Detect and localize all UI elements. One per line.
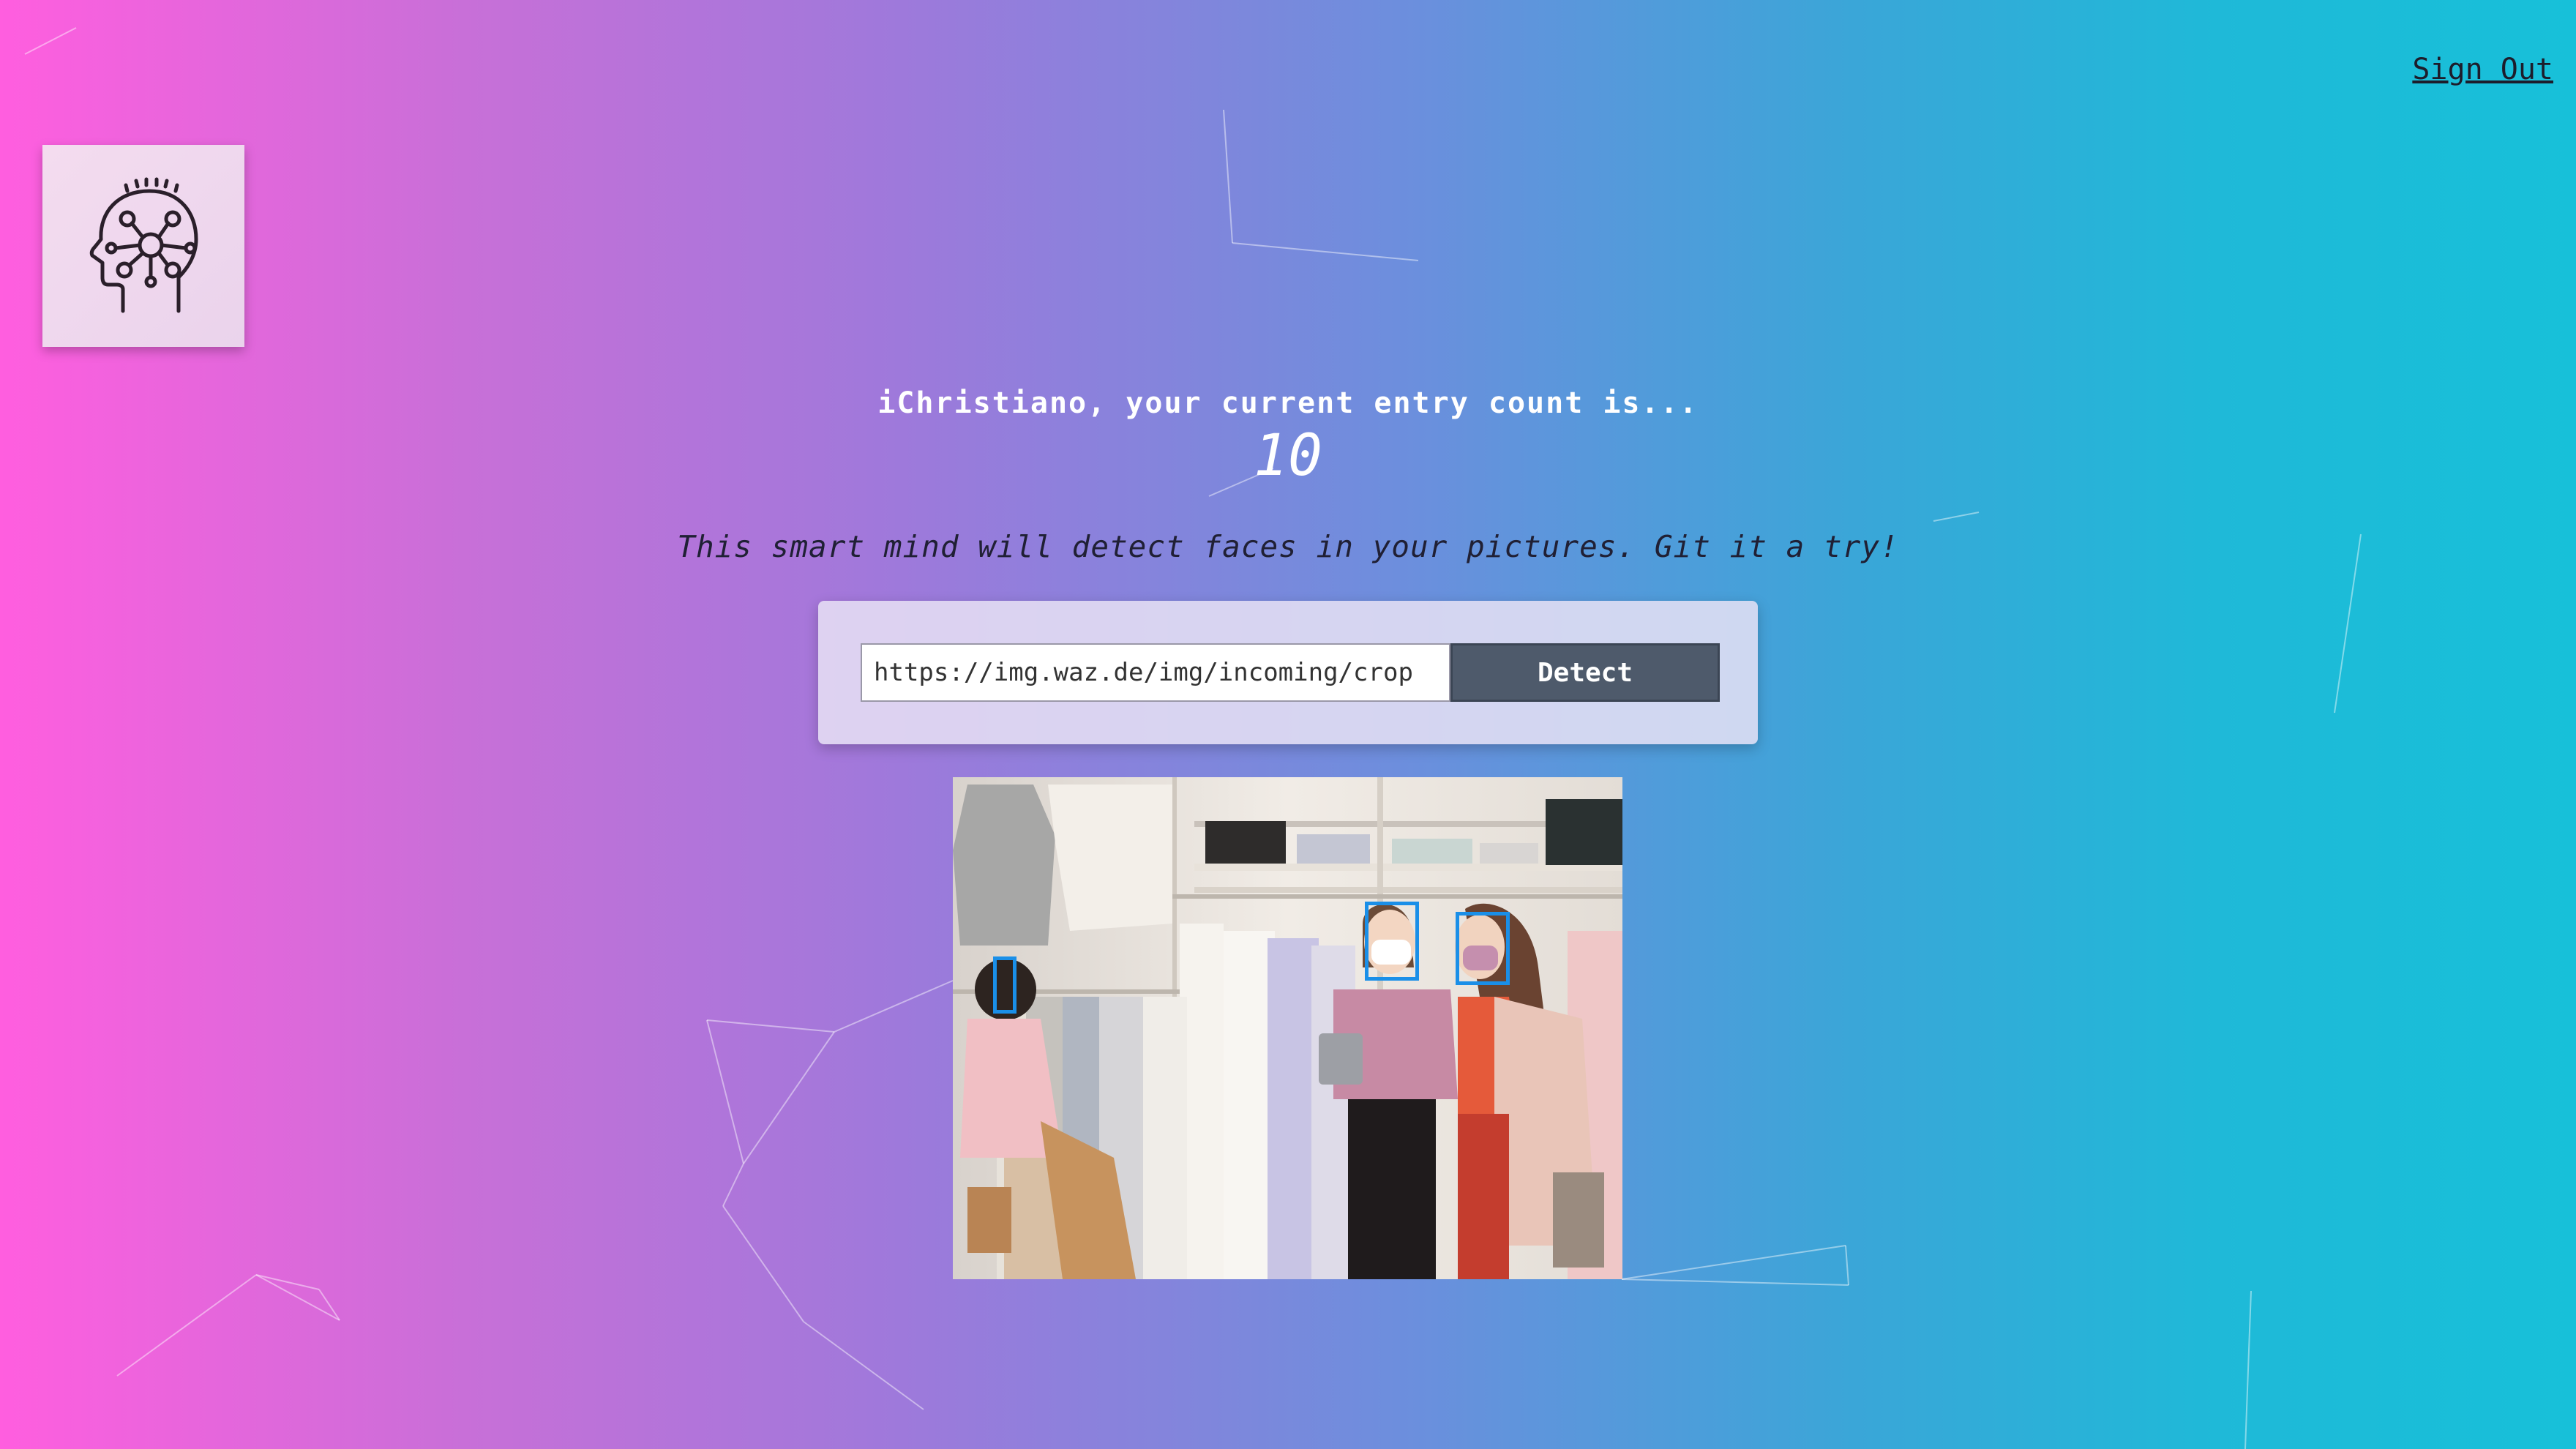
face-box-1 bbox=[993, 956, 1016, 1014]
face-box-3 bbox=[1456, 912, 1510, 985]
sign-out-link[interactable]: Sign Out bbox=[2412, 53, 2553, 86]
store-photo bbox=[953, 777, 1622, 1279]
entry-greeting: iChristiano, your current entry count is… bbox=[877, 386, 1699, 420]
image-url-input[interactable] bbox=[861, 643, 1450, 702]
result-image bbox=[953, 777, 1622, 1279]
detect-button[interactable]: Detect bbox=[1450, 643, 1720, 702]
tagline: This smart mind will detect faces in you… bbox=[677, 529, 1899, 564]
entry-count: 10 bbox=[1254, 423, 1322, 489]
face-box-2 bbox=[1365, 902, 1419, 981]
app-logo[interactable] bbox=[42, 145, 244, 347]
detect-form: Detect bbox=[818, 601, 1758, 744]
brain-network-head-icon bbox=[89, 177, 198, 313]
